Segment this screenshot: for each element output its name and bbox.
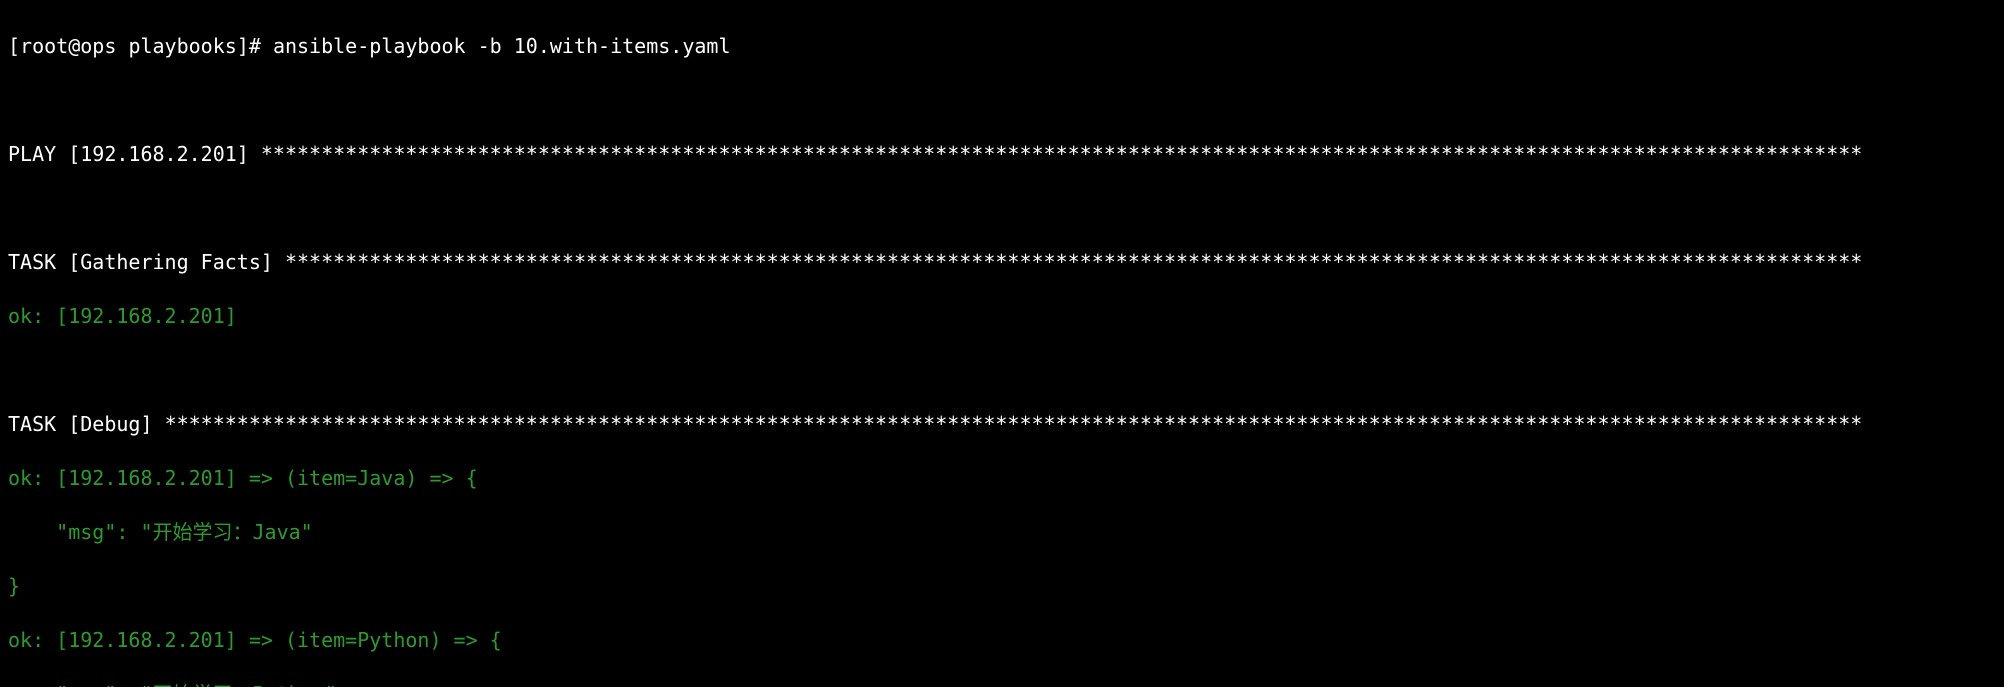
item-close: ) => { <box>405 466 477 490</box>
blank-line <box>8 357 1996 384</box>
msg-value: 开始学习：Java <box>153 520 301 544</box>
task-debug-name: Debug <box>80 412 140 436</box>
ok-prefix: ok: [ <box>8 304 68 328</box>
blank-line <box>8 87 1996 114</box>
task-label: TASK [ <box>8 412 80 436</box>
prompt-at: @ <box>68 34 80 58</box>
play-label: PLAY [ <box>8 142 80 166</box>
ok-prefix: ok: [ <box>8 628 68 652</box>
item-close: ) => { <box>429 628 501 652</box>
task-debug-separator: ****************************************… <box>165 412 1863 436</box>
ok-host: 192.168.2.201 <box>68 466 225 490</box>
prompt-cwd: playbooks <box>128 34 236 58</box>
msg-close-quote: " <box>325 682 337 687</box>
terminal-output[interactable]: [root@ops playbooks]# ansible-playbook -… <box>0 0 2004 687</box>
blank-line <box>8 195 1996 222</box>
task-debug-header: TASK [Debug] ***************************… <box>8 411 1996 438</box>
entered-command: ansible-playbook -b 10.with-items.yaml <box>273 34 731 58</box>
prompt-open-bracket: [ <box>8 34 20 58</box>
task-label-close: ] <box>261 250 285 274</box>
item-name: Python <box>357 628 429 652</box>
play-header-line: PLAY [192.168.2.201] *******************… <box>8 141 1996 168</box>
task-gathering-header: TASK [Gathering Facts] *****************… <box>8 249 1996 276</box>
debug-close-brace: } <box>8 573 1996 600</box>
debug-msg-line: "msg": "开始学习：Java" <box>8 519 1996 546</box>
debug-item-line: ok: [192.168.2.201] => (item=Java) => { <box>8 465 1996 492</box>
play-separator: ****************************************… <box>261 142 1862 166</box>
close-brace: } <box>8 574 20 598</box>
task-gathering-ok: ok: [192.168.2.201] <box>8 303 1996 330</box>
prompt-user: root <box>20 34 68 58</box>
ok-host: 192.168.2.201 <box>68 304 225 328</box>
ok-suffix: ] <box>225 304 237 328</box>
debug-item-line: ok: [192.168.2.201] => (item=Python) => … <box>8 627 1996 654</box>
prompt-host: ops <box>80 34 116 58</box>
item-open: ] => (item= <box>225 466 357 490</box>
msg-key: "msg": " <box>8 682 153 687</box>
msg-value: 开始学习：Python <box>153 682 325 687</box>
task-label: TASK [ <box>8 250 80 274</box>
item-open: ] => (item= <box>225 628 357 652</box>
msg-close-quote: " <box>301 520 313 544</box>
ok-prefix: ok: [ <box>8 466 68 490</box>
ok-host: 192.168.2.201 <box>68 628 225 652</box>
task-gathering-separator: ****************************************… <box>285 250 1862 274</box>
play-target: 192.168.2.201 <box>80 142 237 166</box>
prompt-space <box>116 34 128 58</box>
debug-msg-line: "msg": "开始学习：Python" <box>8 681 1996 687</box>
play-label-close: ] <box>237 142 261 166</box>
task-label-close: ] <box>140 412 164 436</box>
task-gathering-name: Gathering Facts <box>80 250 261 274</box>
shell-prompt-line: [root@ops playbooks]# ansible-playbook -… <box>8 33 1996 60</box>
msg-key: "msg": " <box>8 520 153 544</box>
prompt-close-bracket: ]# <box>237 34 273 58</box>
item-name: Java <box>357 466 405 490</box>
